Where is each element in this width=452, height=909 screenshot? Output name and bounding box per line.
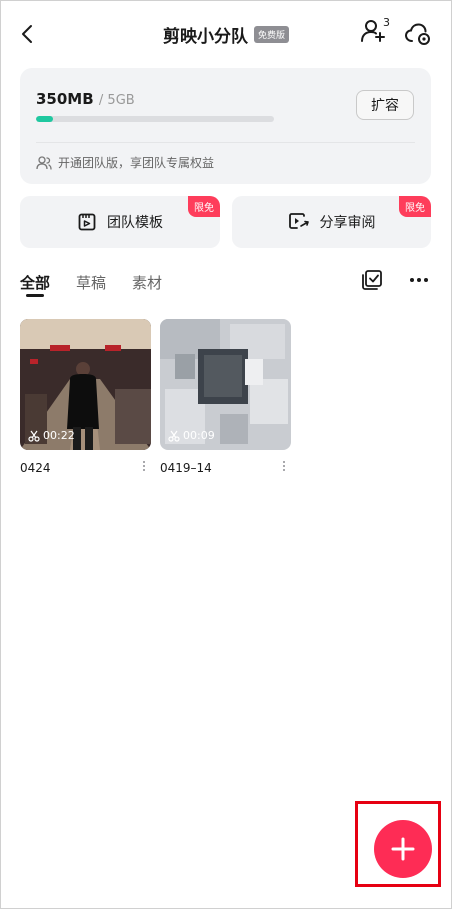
video-thumbnail[interactable]: 00:22 (20, 319, 151, 450)
scissors-icon (28, 430, 40, 442)
project-more-icon[interactable] (139, 461, 149, 475)
share-review-icon (288, 213, 309, 229)
multi-select-button[interactable] (360, 268, 386, 294)
team-upgrade-text: 开通团队版，享团队专属权益 (58, 156, 215, 170)
limited-free-badge: 限免 (188, 196, 220, 217)
content-tabs: 全部 草稿 素材 (20, 272, 162, 297)
team-template-label: 团队模板 (107, 215, 163, 231)
share-review-button[interactable]: 分享审阅 限免 (232, 196, 431, 248)
free-version-badge: 免费版 (253, 26, 289, 43)
template-icon (78, 213, 96, 231)
storage-total-value: / 5GB (98, 93, 135, 108)
card-divider (36, 142, 415, 143)
storage-progress-fill (36, 116, 53, 122)
cloud-settings-icon (404, 23, 430, 45)
member-count: 3 (383, 16, 390, 29)
plus-icon (391, 837, 415, 861)
video-duration: 00:22 (28, 429, 75, 442)
project-name: 0419–14 (160, 461, 212, 475)
project-card[interactable]: 00:09 0419–14 (160, 319, 291, 475)
page-title: 剪映小分队 (162, 27, 248, 47)
cloud-settings-button[interactable] (404, 20, 432, 48)
expand-storage-button[interactable]: 扩容 (356, 90, 414, 120)
project-more-icon[interactable] (279, 461, 289, 475)
video-duration-text: 00:22 (43, 429, 75, 442)
storage-card: 350MB / 5GB 扩容 开通团队版，享团队专属权益 (20, 68, 431, 184)
share-review-label: 分享审阅 (319, 215, 376, 231)
storage-progress-bar (36, 116, 274, 122)
team-upgrade-promo[interactable]: 开通团队版，享团队专属权益 (36, 154, 214, 171)
video-duration-text: 00:09 (183, 429, 215, 442)
storage-usage: 350MB / 5GB (36, 90, 135, 108)
add-member-button[interactable]: 3 (360, 16, 392, 48)
top-bar: 剪映小分队 免费版 3 (0, 0, 452, 68)
project-name: 0424 (20, 461, 51, 475)
limited-free-badge: 限免 (399, 196, 431, 217)
tab-all[interactable]: 全部 (20, 272, 50, 297)
scissors-icon (168, 430, 180, 442)
more-options-icon[interactable] (407, 268, 431, 292)
video-duration: 00:09 (168, 429, 215, 442)
team-icon (36, 155, 52, 170)
project-card[interactable]: 00:22 0424 (20, 319, 151, 475)
team-template-button[interactable]: 团队模板 限免 (20, 196, 220, 248)
highlight-box (355, 801, 441, 887)
video-thumbnail[interactable]: 00:09 (160, 319, 291, 450)
storage-used-value: 350MB (36, 90, 94, 108)
create-new-button[interactable] (374, 820, 432, 878)
tab-materials[interactable]: 素材 (132, 272, 162, 293)
multi-select-icon (362, 270, 382, 290)
tab-drafts[interactable]: 草稿 (76, 272, 106, 293)
